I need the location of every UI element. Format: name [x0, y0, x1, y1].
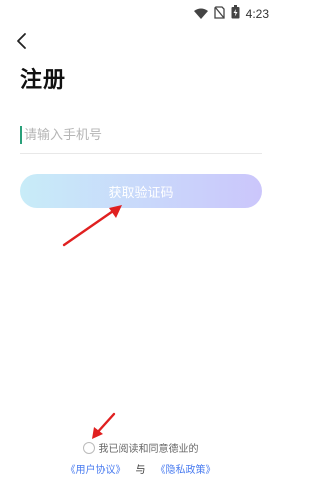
back-button[interactable]	[12, 30, 34, 52]
agree-radio[interactable]	[82, 441, 95, 454]
page-title: 注册	[20, 68, 67, 93]
and-text: 与	[135, 465, 146, 476]
chevron-left-icon	[12, 33, 34, 56]
status-bar: 4:23	[0, 0, 281, 24]
get-code-button[interactable]: 获取验证码	[20, 174, 262, 208]
battery-icon	[231, 4, 240, 23]
privacy-policy-link[interactable]: 《隐私政策》	[156, 461, 216, 476]
phone-input[interactable]	[24, 118, 260, 152]
user-agreement-link[interactable]: 《用户协议》	[66, 461, 126, 476]
annotation-arrow	[62, 205, 122, 247]
agreement-section: 我已阅读和同意德业的 《用户协议》 与 《隐私政策》	[0, 440, 281, 476]
status-icons: 4:23	[193, 4, 269, 23]
no-sim-icon	[213, 4, 225, 23]
status-time: 4:23	[245, 6, 269, 21]
text-caret	[20, 126, 22, 144]
agreement-text: 我已阅读和同意德业的	[98, 444, 199, 455]
annotation-arrow	[92, 412, 116, 439]
wifi-icon	[193, 4, 208, 23]
phone-field[interactable]	[20, 118, 262, 154]
